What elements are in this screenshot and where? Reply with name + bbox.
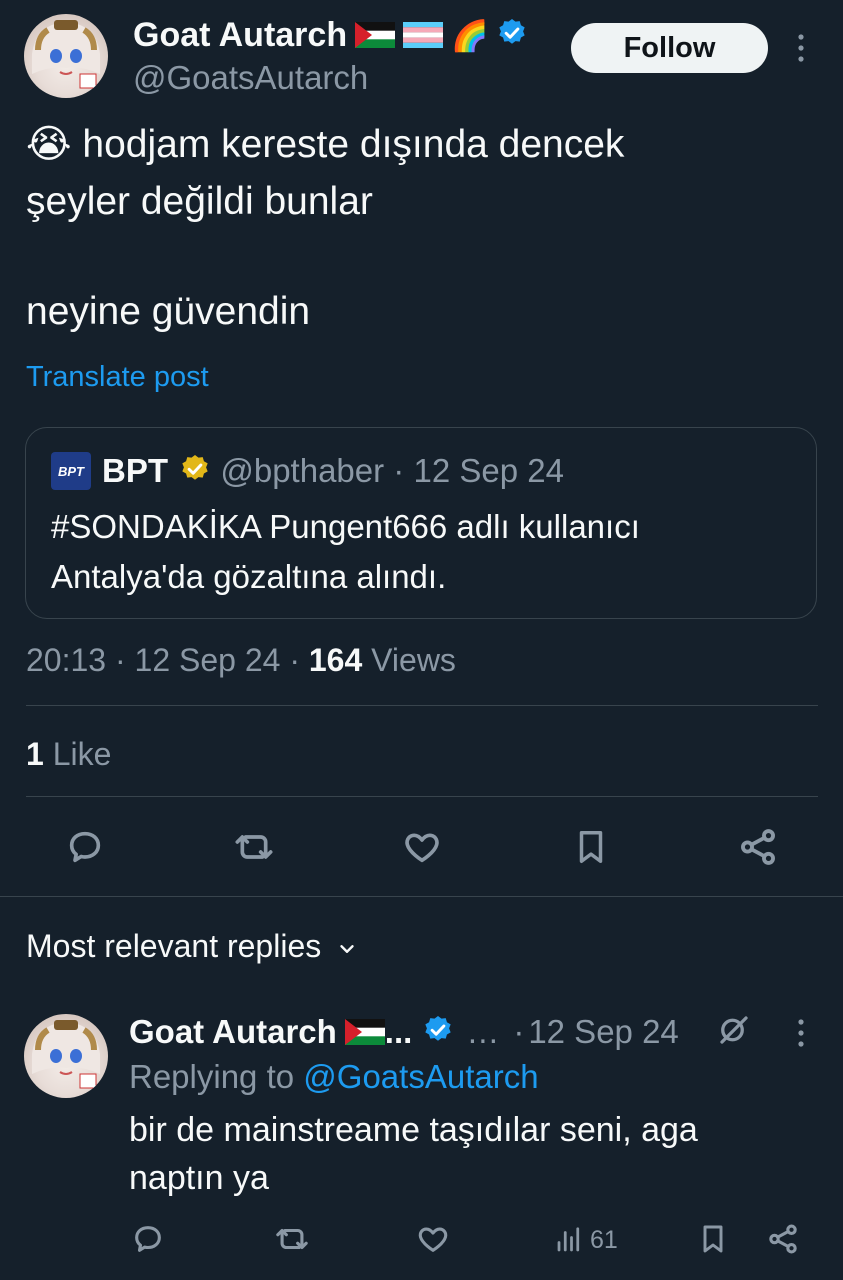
views-count: 164 [308,642,363,678]
bpt-logo: BPT [51,452,91,490]
tweet-text-line-1: 😭 hodjam kereste dışında dencek [26,117,624,173]
reply-repost-icon[interactable] [271,1219,313,1259]
replying-to: Replying to @GoatsAutarch [129,1057,539,1097]
replies-sort-toggle[interactable]: Most relevant replies [26,926,358,969]
likes-count: 1 [26,736,44,772]
views-chart-icon [554,1225,584,1255]
reply-date-separator: · [513,1013,525,1050]
divider-1 [26,705,818,706]
reply-views-count: 61 [590,1225,618,1254]
author-name-row: Goat Autarch 🌈 [133,15,528,58]
meta-separator-1: · [114,642,126,678]
verified-badge-icon [496,17,528,58]
reply-views[interactable]: 61 [554,1222,618,1258]
tweet-text-1: hodjam kereste dışında dencek [82,123,625,166]
divider-2 [26,796,818,797]
quote-author-name: BPT [102,452,168,489]
reply-handle-truncated: … [466,1013,500,1050]
reply-author-avatar[interactable] [24,1014,108,1098]
replying-to-handle[interactable]: @GoatsAutarch [303,1058,538,1095]
tweet-time[interactable]: 20:13 [26,642,106,678]
reply-verified-badge-icon [422,1014,454,1055]
transgender-flag-icon [403,17,444,57]
reply-reply-icon[interactable] [128,1219,168,1259]
reply-like-icon[interactable] [413,1219,453,1259]
quote-header: BPT @bpthaber · 12 Sep 24 [102,451,564,494]
tweet-meta: 20:13 · 12 Sep 24 · 164 Views [26,640,456,680]
tweet-date[interactable]: 12 Sep 24 [135,642,281,678]
crying-face-emoji: 😭 [26,123,72,166]
quote-separator: · [393,452,405,489]
more-options-icon[interactable] [786,30,816,66]
translate-post-link[interactable]: Translate post [26,359,209,395]
replies-section-title: Most relevant replies [26,928,322,964]
palestine-flag-icon [355,17,396,57]
author-handle[interactable]: @GoatsAutarch [133,58,368,98]
quote-date: 12 Sep 24 [413,452,564,489]
reply-bookmark-icon[interactable] [694,1219,732,1259]
reply-name-truncation: ... [384,1013,413,1050]
author-avatar[interactable] [24,14,108,98]
reply-date[interactable]: 12 Sep 24 [528,1013,678,1050]
repost-icon[interactable] [228,824,280,870]
tweet-text-line-3: neyine güvendin [26,290,311,333]
divider-3 [0,896,843,897]
reply-text-line-1: bir de mainstreame taşıdılar seni, aga [129,1111,698,1149]
chevron-down-icon [336,929,358,969]
rainbow-emoji: 🌈 [451,20,489,54]
share-icon[interactable] [733,824,783,870]
reply-header: Goat Autarch... … · 12 Sep 24 [129,1012,679,1055]
replying-to-label: Replying to [129,1058,295,1095]
bpt-logo-text: BPT [58,463,84,479]
follow-button[interactable]: Follow [571,23,768,73]
like-icon[interactable] [397,824,447,870]
views-label: Views [371,642,456,678]
quote-author-handle: @bpthaber [220,452,385,489]
author-name[interactable]: Goat Autarch [133,16,347,54]
meta-separator-2: · [289,642,300,678]
reply-more-options-icon[interactable] [786,1016,816,1050]
tweet-text-line-2: şeyler değildi bunlar [26,180,373,223]
reply-avatar-image [32,1020,100,1089]
reply-author-name[interactable]: Goat Autarch [129,1013,337,1050]
reply-share-icon[interactable] [763,1219,803,1259]
reply-palestine-flag-icon [344,1014,385,1054]
bookmark-icon[interactable] [568,824,614,870]
likes-label: Like [52,736,112,772]
avatar-image [32,20,100,89]
quote-text-line-1: #SONDAKİKA Pungent666 adlı kullanıcı [51,508,640,545]
likes-summary[interactable]: 1 Like [26,734,111,774]
reply-icon[interactable] [60,824,110,870]
grok-icon[interactable] [712,1010,756,1050]
quote-text-line-2: Antalya'da gözaltına alındı. [51,558,447,595]
reply-text-line-2: naptın ya [129,1159,269,1197]
gold-verified-badge-icon [179,453,211,494]
